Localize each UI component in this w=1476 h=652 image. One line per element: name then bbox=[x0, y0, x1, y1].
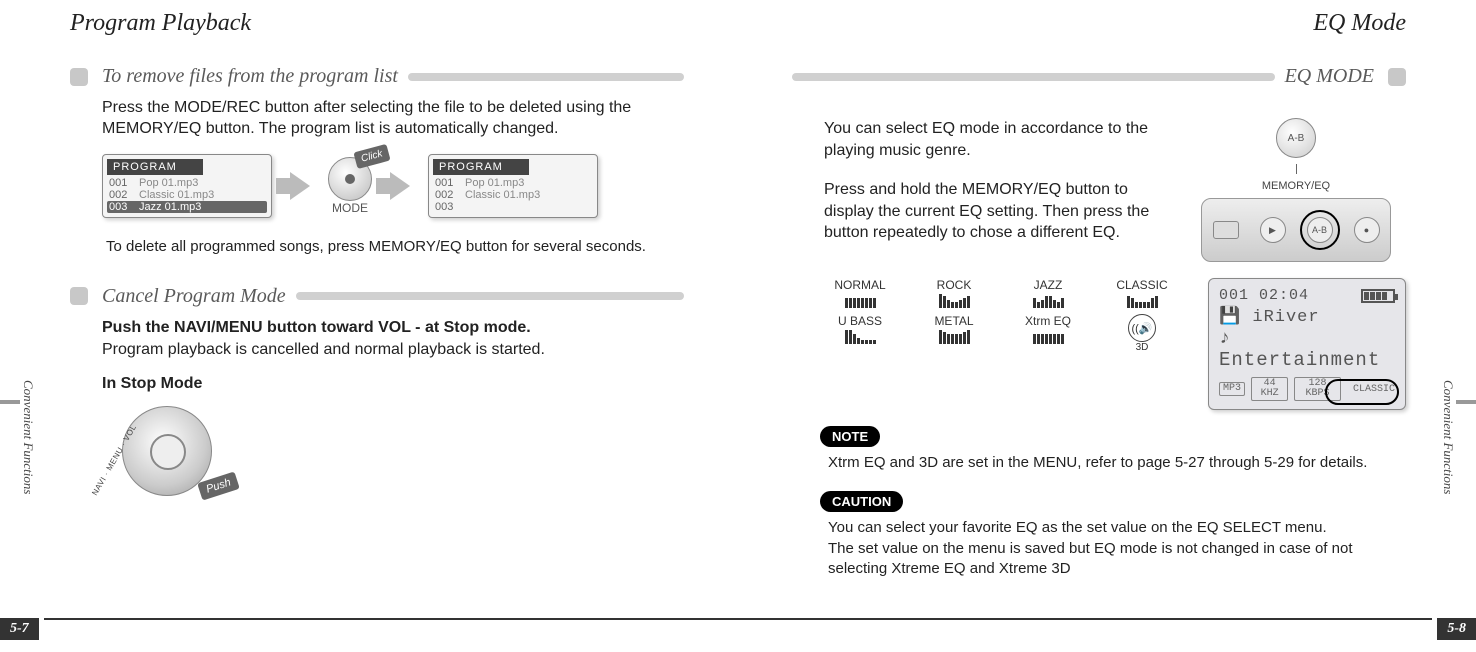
player-lcd: 001 02:04 💾 iRiver ♪ Entertainment MP3 4… bbox=[1208, 278, 1406, 410]
figure-row: PROGRAM 001Pop 01.mp3 002Classic 01.mp3 … bbox=[102, 154, 684, 218]
caution-text: You can select your favorite EQ as the s… bbox=[828, 518, 1406, 579]
preset-item-3d: ((🔊3D bbox=[1106, 314, 1178, 353]
eq-intro-row: You can select EQ mode in accordance to … bbox=[824, 118, 1406, 262]
threeD-icon: ((🔊 bbox=[1128, 314, 1156, 342]
body-text: Press and hold the MEMORY/EQ button to d… bbox=[824, 179, 1162, 244]
in-stop-mode-label: In Stop Mode bbox=[102, 375, 684, 393]
track-artist: iRiver bbox=[1252, 308, 1319, 327]
rule bbox=[296, 292, 684, 300]
device-figure: A-B MEMORY/EQ ▶ A-B ● bbox=[1186, 118, 1406, 262]
page-title-right: EQ Mode bbox=[792, 10, 1406, 37]
navi-button-figure: NAVI · MENU · VOL Push bbox=[102, 401, 232, 501]
body-text: Press the MODE/REC button after selectin… bbox=[102, 98, 684, 140]
eq-presets-row: NORMAL ROCK JAZZ CLASSIC U BASS METAL Xt… bbox=[824, 278, 1406, 410]
ab-button-icon: A-B bbox=[1276, 118, 1316, 158]
battery-icon bbox=[1361, 289, 1395, 303]
section-title: To remove files from the program list bbox=[102, 65, 398, 88]
rule bbox=[792, 73, 1275, 81]
track-time: 001 02:04 bbox=[1219, 287, 1309, 304]
preset-item: U BASS bbox=[824, 314, 896, 353]
lcd-header: PROGRAM bbox=[107, 159, 203, 175]
bottom-rule bbox=[738, 618, 1432, 620]
preset-grid: NORMAL ROCK JAZZ CLASSIC U BASS METAL Xt… bbox=[824, 278, 1178, 353]
mode-button-icon: Click bbox=[328, 157, 372, 201]
arrow-icon bbox=[290, 172, 310, 200]
body-text-bold: Push the NAVI/MENU button toward VOL - a… bbox=[102, 318, 684, 339]
body-text: Program playback is cancelled and normal… bbox=[102, 340, 684, 361]
preset-item: JAZZ bbox=[1012, 278, 1084, 308]
mode-button-figure: Click MODE bbox=[328, 157, 372, 215]
right-page: EQ Mode EQ MODE You can select EQ mode i… bbox=[738, 0, 1476, 652]
note-pill: NOTE bbox=[820, 426, 880, 447]
chip: MP3 bbox=[1219, 382, 1245, 396]
side-label: Convenient Functions bbox=[1440, 380, 1456, 494]
note-text: Xtrm EQ and 3D are set in the MENU, refe… bbox=[828, 453, 1406, 473]
mode-label: MODE bbox=[332, 201, 368, 215]
preset-item: NORMAL bbox=[824, 278, 896, 308]
preset-item: ROCK bbox=[918, 278, 990, 308]
lcd-before: PROGRAM 001Pop 01.mp3 002Classic 01.mp3 … bbox=[102, 154, 272, 218]
page-number: 5-8 bbox=[1437, 618, 1476, 640]
preset-item: METAL bbox=[918, 314, 990, 353]
bullet-icon bbox=[1388, 68, 1406, 86]
device-body-icon: ▶ A-B ● bbox=[1201, 198, 1391, 262]
click-badge: Click bbox=[354, 144, 391, 169]
page-number: 5-7 bbox=[0, 618, 39, 640]
section-heading: EQ MODE bbox=[792, 65, 1406, 88]
side-decor bbox=[0, 400, 20, 404]
body-text: You can select EQ mode in accordance to … bbox=[824, 118, 1162, 161]
memory-eq-label: MEMORY/EQ bbox=[1262, 180, 1330, 192]
side-decor bbox=[1456, 400, 1476, 404]
side-label: Convenient Functions bbox=[20, 380, 36, 494]
section-heading: To remove files from the program list bbox=[70, 65, 684, 88]
bullet-icon bbox=[70, 68, 88, 86]
body-text: To delete all programmed songs, press ME… bbox=[106, 238, 684, 255]
section-title: Cancel Program Mode bbox=[102, 285, 286, 308]
lcd-after: PROGRAM 001Pop 01.mp3 002Classic 01.mp3 … bbox=[428, 154, 598, 218]
callout-ring-icon bbox=[1325, 379, 1399, 405]
preset-item: CLASSIC bbox=[1106, 278, 1178, 308]
bottom-rule bbox=[44, 618, 738, 620]
track-title: Entertainment bbox=[1219, 349, 1380, 371]
eq-text-block: You can select EQ mode in accordance to … bbox=[824, 118, 1162, 244]
lcd-header: PROGRAM bbox=[433, 159, 529, 175]
caution-pill: CAUTION bbox=[820, 491, 903, 512]
section-title: EQ MODE bbox=[1285, 65, 1374, 88]
page-title-left: Program Playback bbox=[70, 10, 684, 37]
arrow-icon bbox=[390, 172, 410, 200]
preset-item: Xtrm EQ bbox=[1012, 314, 1084, 353]
left-page: Program Playback To remove files from th… bbox=[0, 0, 738, 652]
chip: 44 KHZ bbox=[1251, 377, 1288, 401]
rule bbox=[408, 73, 684, 81]
callout-ring-icon bbox=[1300, 210, 1340, 250]
bullet-icon bbox=[70, 287, 88, 305]
section-heading: Cancel Program Mode bbox=[70, 285, 684, 308]
